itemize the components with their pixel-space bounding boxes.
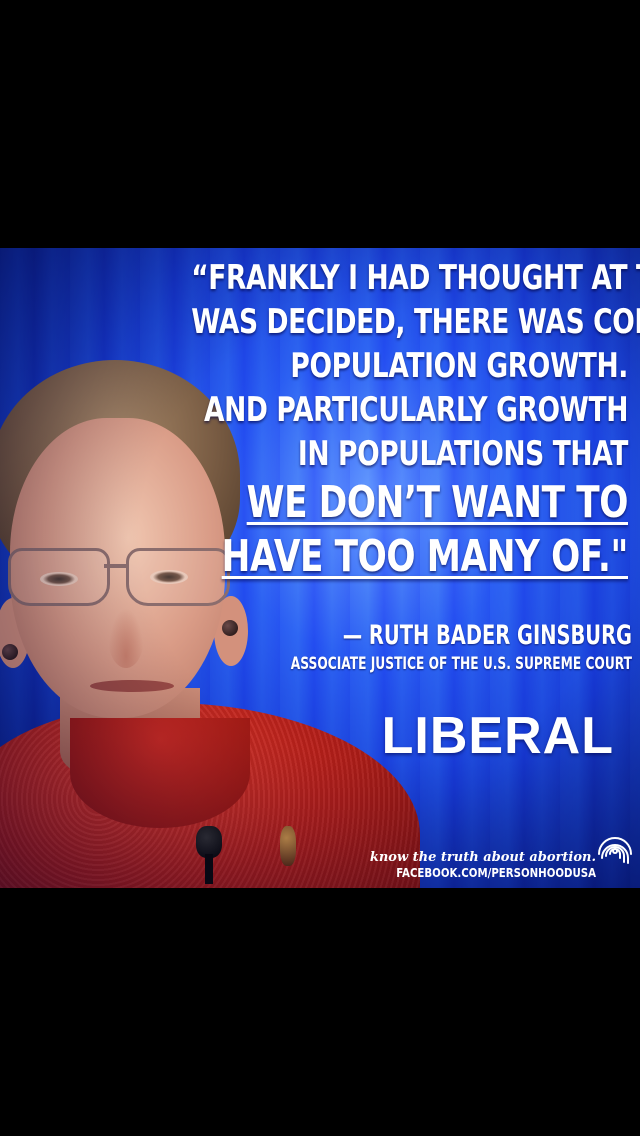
quote-line: WAS DECIDED, THERE WAS CONCERN ABOUT — [191, 302, 640, 342]
tagline: know the truth about abortion. — [369, 850, 596, 865]
quote-line-emphasis: WE DON’T WANT TO — [246, 477, 629, 528]
letterbox-top — [0, 0, 640, 248]
fingerprint-icon — [598, 837, 632, 864]
attribution-name: — RUTH BADER GINSBURG — [342, 620, 632, 651]
facebook-url: FACEBOOK.COM/PERSONHOODUSA — [396, 866, 596, 880]
quote-line: IN POPULATIONS THAT — [297, 434, 628, 474]
letterbox-bottom — [0, 888, 640, 1136]
quote-line: AND PARTICULARLY GROWTH — [203, 390, 628, 430]
liberal-label: LIBERAL — [381, 707, 614, 765]
quote-line: “FRANKLY I HAD THOUGHT AT THE TIME ROE — [191, 258, 640, 298]
quote-line: POPULATION GROWTH. — [290, 346, 628, 386]
footer-credit: know the truth about abortion. FACEBOOK.… — [361, 850, 596, 881]
meme-image: “FRANKLY I HAD THOUGHT AT THE TIME ROE W… — [0, 248, 640, 888]
quote-line-emphasis: HAVE TOO MANY OF." — [221, 531, 629, 582]
attribution-title: ASSOCIATE JUSTICE OF THE U.S. SUPREME CO… — [290, 654, 632, 674]
quote-text: “FRANKLY I HAD THOUGHT AT THE TIME ROE W… — [191, 256, 640, 584]
attribution: — RUTH BADER GINSBURG ASSOCIATE JUSTICE … — [272, 620, 632, 674]
